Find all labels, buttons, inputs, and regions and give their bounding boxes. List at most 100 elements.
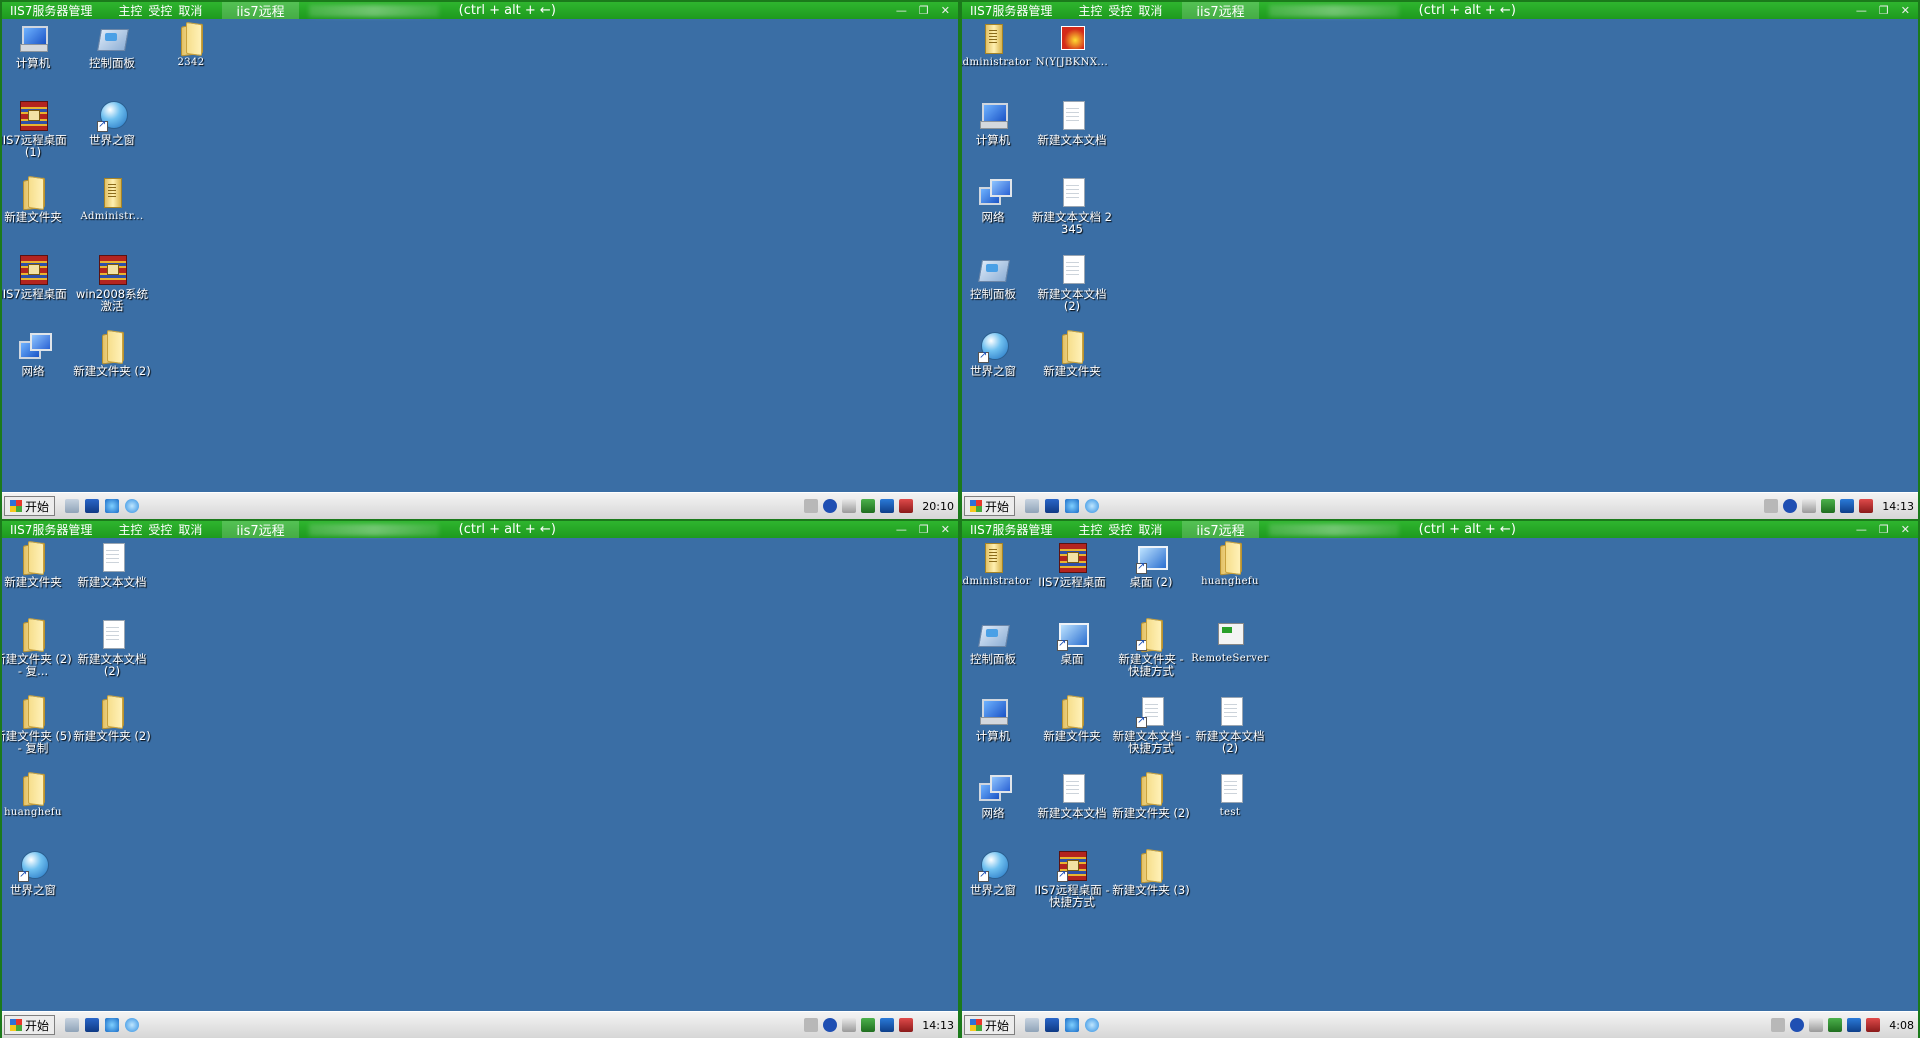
passive-button[interactable]: 受控 — [148, 521, 172, 538]
minimize-icon[interactable]: — — [1856, 523, 1867, 536]
desktop-icon-item[interactable]: Administr... — [73, 175, 151, 223]
tray-expand-icon[interactable] — [1809, 1018, 1824, 1032]
control-button[interactable]: 主控 — [118, 521, 142, 538]
keyboard-icon[interactable] — [804, 1018, 819, 1032]
browser-icon[interactable] — [125, 1018, 140, 1032]
desktop-icon-item[interactable]: huanghefu — [1191, 540, 1269, 588]
desktop-icon-item[interactable]: 计算机 — [2, 21, 72, 69]
security-icon[interactable] — [861, 499, 876, 513]
help-icon[interactable] — [1783, 499, 1798, 513]
desktop-icon-item[interactable]: 新建文件夹 — [2, 540, 72, 588]
desktop-icon-item[interactable]: 世界之窗 — [962, 329, 1032, 377]
desktop-icon-item[interactable]: 控制面板 — [962, 252, 1032, 300]
minimize-icon[interactable]: — — [896, 4, 907, 17]
desktop-icon-item[interactable]: 新建文本文档 - 快捷方式 — [1112, 694, 1190, 754]
keyboard-icon[interactable] — [804, 499, 819, 513]
help-icon[interactable] — [823, 499, 838, 513]
browser-icon[interactable] — [1085, 1018, 1100, 1032]
passive-button[interactable]: 受控 — [1108, 2, 1132, 19]
volume-icon[interactable] — [1859, 499, 1874, 513]
passive-button[interactable]: 受控 — [148, 2, 172, 19]
desktop-icon-item[interactable]: 新建文本文档 — [1033, 771, 1111, 819]
desktop-icon-item[interactable]: 新建文件夹 (2) — [1112, 771, 1190, 819]
desktop-icon-item[interactable]: 网络 — [2, 329, 72, 377]
security-icon[interactable] — [861, 1018, 876, 1032]
desktop-icon-item[interactable]: huanghefu — [2, 771, 72, 819]
desktop-icon-item[interactable]: 新建文件夹 — [1033, 329, 1111, 377]
ie-icon[interactable] — [1065, 1018, 1080, 1032]
desktop-icon-item[interactable]: 控制面板 — [962, 617, 1032, 665]
browser-icon[interactable] — [125, 499, 140, 513]
restore-icon[interactable]: ❐ — [1879, 523, 1889, 536]
remote-tab[interactable]: iis7远程 — [222, 2, 299, 20]
desktop-icon-item[interactable]: 新建文件夹 (2) — [73, 329, 151, 377]
desktop-icon-item[interactable]: 新建文本文档 (2) — [1033, 252, 1111, 312]
close-icon[interactable]: ✕ — [1901, 4, 1910, 17]
start-button[interactable]: 开始 — [964, 1015, 1016, 1035]
restore-icon[interactable]: ❐ — [919, 523, 929, 536]
ie-icon[interactable] — [105, 499, 120, 513]
keyboard-icon[interactable] — [1764, 499, 1779, 513]
desktop-icon-item[interactable]: IIS7远程桌面 — [2, 252, 72, 300]
desktop-icon-item[interactable]: test — [1191, 771, 1269, 819]
desktop-icon-item[interactable]: 桌面 — [1033, 617, 1111, 665]
desktop-icon-item[interactable]: 2342 — [152, 21, 230, 69]
desktop-icon-item[interactable]: 新建文本文档 (2) — [1191, 694, 1269, 754]
desktop-icon-item[interactable]: 新建文本文档 (2) — [73, 617, 151, 677]
remote-tab[interactable]: iis7远程 — [1182, 2, 1259, 20]
close-icon[interactable]: ✕ — [1901, 523, 1910, 536]
desktop-icon-item[interactable]: Administrator — [962, 540, 1032, 588]
desktop-icon-item[interactable]: 世界之窗 — [2, 848, 72, 896]
desktop-icon-item[interactable]: 新建文件夹 — [1033, 694, 1111, 742]
remote-tab[interactable]: iis7远程 — [1182, 521, 1259, 539]
security-icon[interactable] — [1828, 1018, 1843, 1032]
keyboard-icon[interactable] — [1771, 1018, 1786, 1032]
desktop-icon-item[interactable]: 新建文件夹 (3) — [1112, 848, 1190, 896]
desktop-icon-item[interactable]: 世界之窗 — [73, 98, 151, 146]
desktop-icon-item[interactable]: 桌面 (2) — [1112, 540, 1190, 588]
passive-button[interactable]: 受控 — [1108, 521, 1132, 538]
volume-icon[interactable] — [899, 1018, 914, 1032]
desktop-icon-item[interactable]: 计算机 — [962, 694, 1032, 742]
powershell-icon[interactable] — [85, 499, 100, 513]
server-manager-icon[interactable] — [65, 1018, 80, 1032]
cancel-button[interactable]: 取消 — [178, 2, 202, 19]
close-icon[interactable]: ✕ — [941, 4, 950, 17]
cancel-button[interactable]: 取消 — [1138, 2, 1162, 19]
powershell-icon[interactable] — [1045, 499, 1060, 513]
desktop-icon-item[interactable]: 网络 — [962, 175, 1032, 223]
network-tray-icon[interactable] — [1847, 1018, 1862, 1032]
desktop-icon-item[interactable]: 新建文件夹 - 快捷方式 — [1112, 617, 1190, 677]
restore-icon[interactable]: ❐ — [919, 4, 929, 17]
desktop-icon-item[interactable]: 新建文本文档 — [73, 540, 151, 588]
desktop-icon-item[interactable]: Administrator — [962, 21, 1032, 69]
control-button[interactable]: 主控 — [1078, 2, 1102, 19]
server-manager-icon[interactable] — [1025, 499, 1040, 513]
start-button[interactable]: 开始 — [964, 496, 1016, 516]
start-button[interactable]: 开始 — [4, 496, 56, 516]
desktop-icon-item[interactable]: RemoteServer — [1191, 617, 1269, 665]
desktop-icon-item[interactable]: 世界之窗 — [962, 848, 1032, 896]
ie-icon[interactable] — [105, 1018, 120, 1032]
cancel-button[interactable]: 取消 — [178, 521, 202, 538]
ie-icon[interactable] — [1065, 499, 1080, 513]
network-tray-icon[interactable] — [880, 1018, 895, 1032]
server-manager-icon[interactable] — [1025, 1018, 1040, 1032]
desktop-icon-item[interactable]: 新建文件夹 (5) - 复制 — [2, 694, 72, 754]
desktop-icon-item[interactable]: IIS7远程桌面 - 快捷方式 — [1033, 848, 1111, 908]
server-manager-icon[interactable] — [65, 499, 80, 513]
powershell-icon[interactable] — [1045, 1018, 1060, 1032]
desktop-icon-item[interactable]: 网络 — [962, 771, 1032, 819]
minimize-icon[interactable]: — — [896, 523, 907, 536]
volume-icon[interactable] — [1866, 1018, 1881, 1032]
network-tray-icon[interactable] — [1840, 499, 1855, 513]
network-tray-icon[interactable] — [880, 499, 895, 513]
powershell-icon[interactable] — [85, 1018, 100, 1032]
desktop-icon-item[interactable]: 新建文本文档 2345 — [1032, 175, 1112, 235]
help-icon[interactable] — [1790, 1018, 1805, 1032]
minimize-icon[interactable]: — — [1856, 4, 1867, 17]
control-button[interactable]: 主控 — [1078, 521, 1102, 538]
desktop-icon-item[interactable]: win2008系统激活 — [73, 252, 151, 312]
start-button[interactable]: 开始 — [4, 1015, 56, 1035]
desktop-icon-item[interactable]: 新建文件夹 (2) - 复... — [2, 617, 72, 677]
